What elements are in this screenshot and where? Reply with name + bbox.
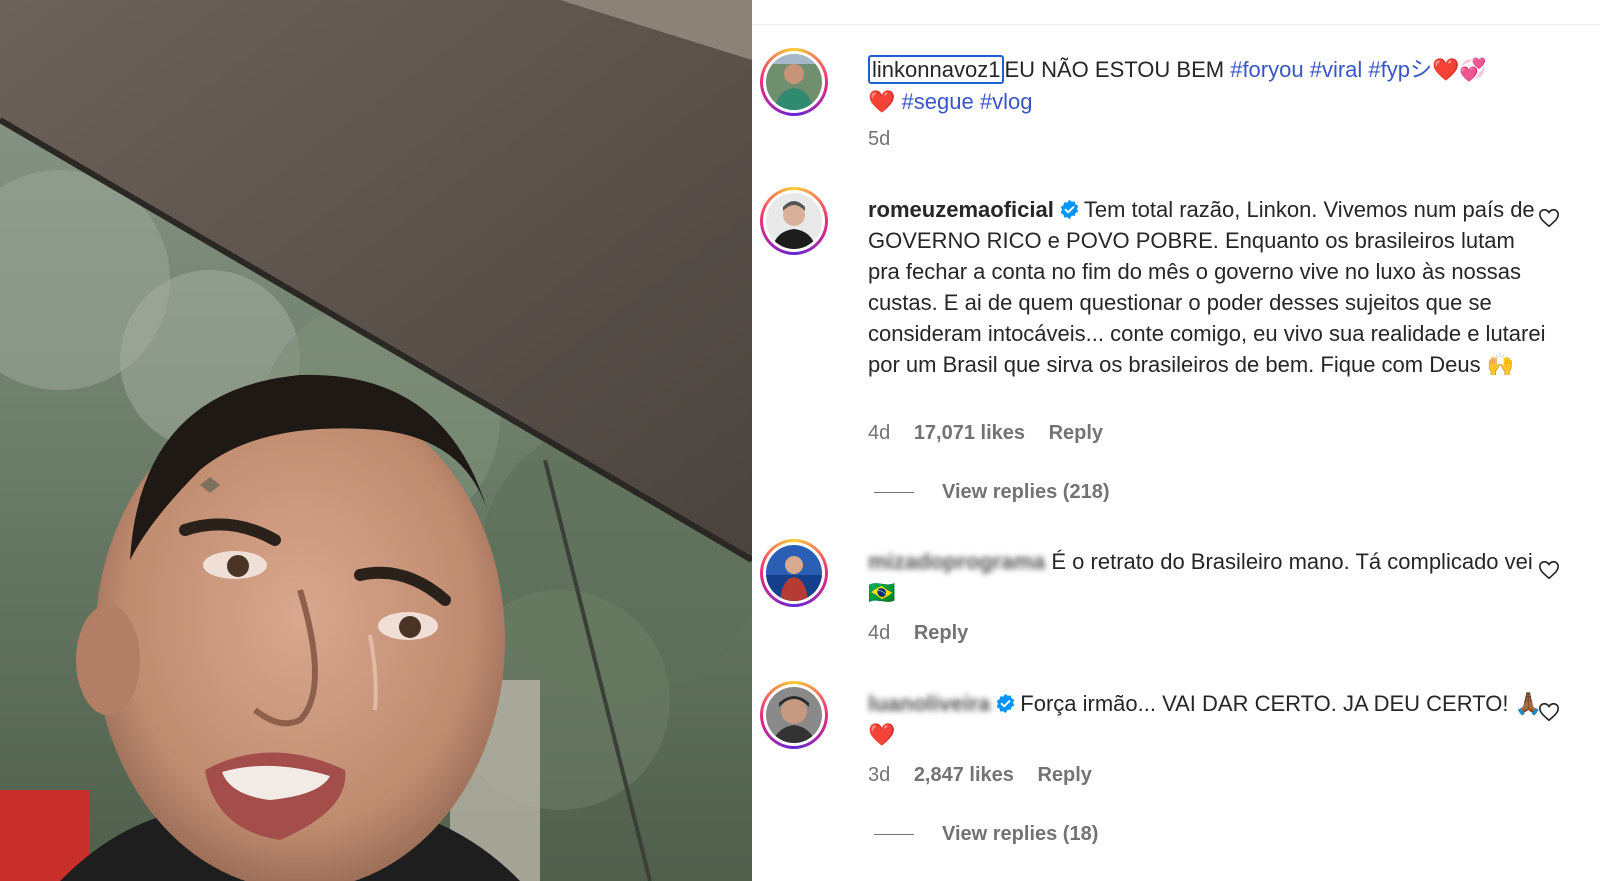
caption-text: EU NÃO ESTOU BEM: [1004, 57, 1225, 82]
reply-button[interactable]: Reply: [1049, 422, 1103, 444]
post-video[interactable]: [0, 0, 752, 881]
verified-badge-icon: [1060, 199, 1079, 220]
view-replies-button[interactable]: View replies (218): [874, 481, 1110, 504]
comment-text: Tem total razão, Linkon. Vivemos num paí…: [868, 197, 1546, 377]
comment-time[interactable]: 4d: [868, 622, 890, 644]
comment-time[interactable]: 4d: [868, 422, 890, 444]
divider-line: [874, 492, 914, 494]
comment-meta: 4d Reply: [868, 622, 986, 645]
flag-emoji: 🇧🇷: [868, 581, 896, 606]
view-replies-label: View replies (18): [942, 823, 1099, 845]
post-meta: 5d: [868, 128, 908, 151]
comment-likes[interactable]: 2,847 likes: [914, 764, 1014, 786]
heart-icon[interactable]: [1538, 559, 1560, 581]
comment-username[interactable]: luanoliveira: [868, 691, 990, 716]
verified-badge-icon: [997, 693, 1015, 714]
post-author-avatar[interactable]: [760, 48, 828, 116]
view-replies-button[interactable]: View replies (18): [874, 823, 1098, 846]
comment-body: luanoliveira Força irmão... VAI DAR CERTO…: [868, 688, 1548, 750]
hashtag-foryou[interactable]: #foryou: [1230, 57, 1303, 82]
hashtag-segue[interactable]: #segue: [902, 89, 974, 114]
video-frame: [0, 0, 752, 881]
hashtag-viral[interactable]: #viral: [1310, 57, 1363, 82]
comment-avatar[interactable]: [760, 539, 828, 607]
comment-time[interactable]: 3d: [868, 764, 890, 786]
post-caption: linkonnavoz1 EU NÃO ESTOU BEM #foryou #vi…: [868, 54, 1548, 118]
caption-emoji-2: ❤️: [868, 90, 896, 115]
comment-username[interactable]: mizadoprograma: [868, 549, 1045, 574]
comment-meta: 3d 2,847 likes Reply: [868, 764, 1110, 787]
comment-text: É o retrato do Brasileiro mano. Tá compl…: [1051, 549, 1533, 574]
heart-icon[interactable]: [1538, 207, 1560, 229]
reply-button[interactable]: Reply: [1037, 764, 1091, 786]
heart-icon[interactable]: [1538, 701, 1560, 723]
divider: [752, 24, 1600, 25]
divider-line: [874, 834, 914, 836]
comment-username[interactable]: romeuzemaoficial: [868, 197, 1054, 222]
comments-panel: linkonnavoz1 EU NÃO ESTOU BEM #foryou #vi…: [752, 0, 1600, 881]
comment-likes[interactable]: 17,071 likes: [914, 422, 1025, 444]
hashtag-fyp[interactable]: #fypシ: [1368, 57, 1432, 82]
comment-avatar[interactable]: [760, 681, 828, 749]
post-author-username[interactable]: linkonnavoz1: [868, 55, 1005, 84]
caption-emoji: ❤️💞: [1432, 58, 1487, 83]
reply-button[interactable]: Reply: [914, 622, 968, 644]
post-time[interactable]: 5d: [868, 128, 890, 150]
hashtag-vlog[interactable]: #vlog: [980, 89, 1033, 114]
comment-body: romeuzemaoficial Tem total razão, Linkon.…: [868, 194, 1548, 380]
comment-body: mizadoprograma É o retrato do Brasileiro…: [868, 546, 1548, 609]
view-replies-label: View replies (218): [942, 481, 1110, 503]
comment-avatar[interactable]: [760, 187, 828, 255]
comment-meta: 4d 17,071 likes Reply: [868, 422, 1121, 445]
